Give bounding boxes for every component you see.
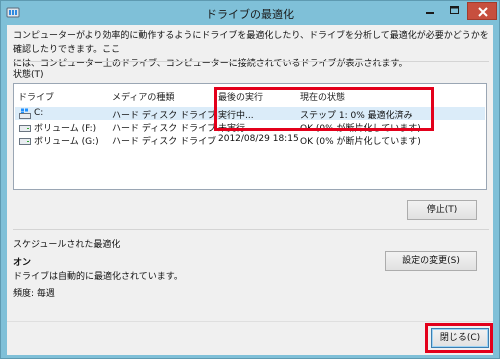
dialog-body: コンピューターがより効率的に動作するようにドライブを最適化したり、ドライブを分析… [7,25,493,355]
close-icon [478,7,488,17]
drive-row-g[interactable]: ボリューム (G:) ハード ディスク ドライブ 2012/08/29 18:1… [15,133,485,147]
schedule-description: ドライブは自動的に最適化されています。 [13,272,183,282]
last-run: 2012/08/29 18:15 [218,134,299,144]
column-header-drive[interactable]: ドライブ [18,90,54,103]
schedule-label: スケジュールされた最適化 [13,240,121,250]
minimize-button[interactable] [417,2,442,20]
intro-line-1: コンピューターがより効率的に動作するようにドライブを最適化したり、ドライブを分析… [13,31,489,55]
intro-text: コンピューターがより効率的に動作するようにドライブを最適化したり、ドライブを分析… [13,29,491,71]
title-bar[interactable]: ドライブの最適化 [1,1,499,25]
hard-drive-icon [19,125,31,132]
windows-drive-icon [19,108,31,119]
drive-name: C: [34,108,44,118]
stop-button[interactable]: 停止(T) [407,200,477,220]
hard-drive-icon [19,138,31,145]
separator [13,61,489,62]
drive-name: ボリューム (G:) [34,137,99,147]
media-type: ハード ディスク ドライブ [112,137,217,147]
current-status: OK (0% が断片化しています) [300,137,421,147]
column-header-media-type[interactable]: メディアの種類 [112,90,174,103]
dialog-footer: 閉じる(C) [7,321,493,355]
schedule-state: オン [13,258,32,268]
separator [13,229,489,230]
change-settings-button[interactable]: 設定の変更(S) [385,251,477,271]
schedule-frequency: 頻度: 毎週 [13,289,55,299]
intro-line-2: には、コンピューター上のドライブ、コンピューターに接続されているドライブが表示さ… [13,59,408,69]
optimize-drives-window: ドライブの最適化 コンピューターがより効率的に動作するようにドライブを最適化した… [0,0,500,359]
drive-list[interactable]: ドライブ メディアの種類 最後の実行 現在の状態 C: ハード ディスク ドライ… [13,83,487,190]
highlight-box [425,323,493,353]
highlight-box [214,87,434,131]
maximize-button[interactable] [442,2,467,20]
maximize-icon [450,6,459,14]
status-label: 状態(T) [13,70,44,80]
close-window-button[interactable] [467,2,497,20]
minimize-icon [426,12,434,14]
